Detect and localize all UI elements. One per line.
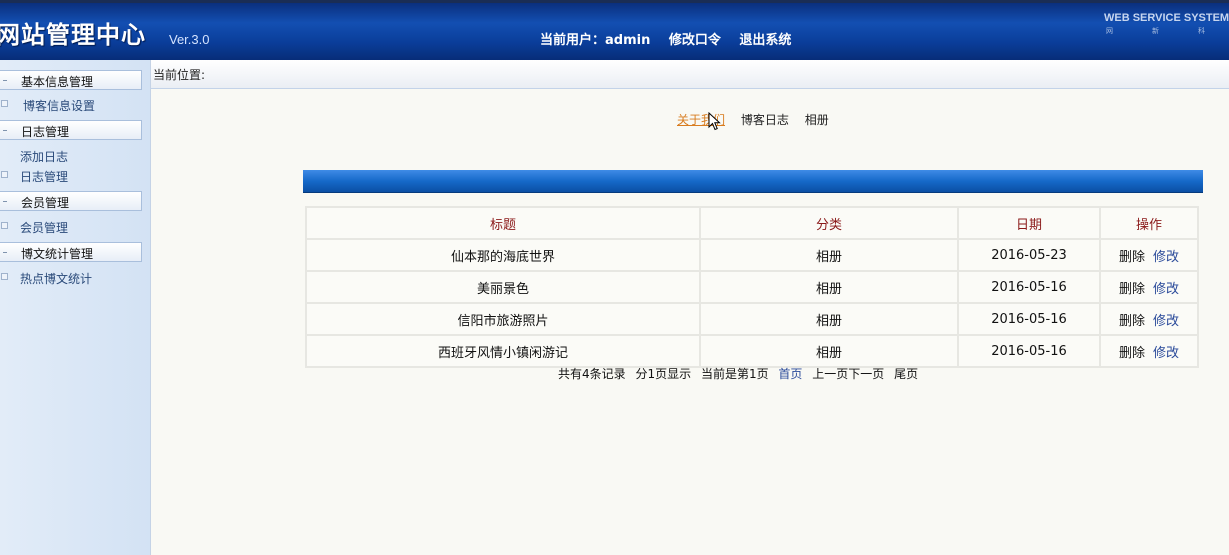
current-user: 当前用户：admin — [540, 33, 651, 48]
dash-icon — [3, 80, 7, 81]
top-header: 网站管理中心 Ver.3.0 当前用户：admin 修改口令 退出系统 WEB … — [0, 0, 1229, 60]
tree-node-icon — [1, 100, 8, 107]
sidebar-group-log[interactable]: 日志管理 — [0, 120, 142, 140]
pager-pages: 分1页显示 — [635, 367, 692, 381]
sidebar-group-stats[interactable]: 博文统计管理 — [0, 242, 142, 262]
delete-link[interactable]: 删除 — [1119, 346, 1145, 361]
logout-link[interactable]: 退出系统 — [739, 33, 791, 48]
app-logo: 网站管理中心 — [0, 21, 146, 49]
tree-node-icon — [1, 222, 8, 229]
pager-prev-next-link[interactable]: 上一页下一页 — [812, 367, 884, 381]
dash-icon — [3, 130, 7, 131]
col-actions: 操作 — [1101, 208, 1197, 238]
sidebar: 基本信息管理 博客信息设置 日志管理 添加日志 日志管理 会员管理 会员管理 博… — [0, 60, 151, 555]
cell-title: 西班牙风情小镇闲游记 — [307, 336, 699, 366]
cell-actions: 删除 修改 — [1101, 336, 1197, 366]
cell-date: 2016-05-16 — [959, 272, 1099, 302]
dash-icon — [3, 201, 7, 202]
pagination: 共有4条记录 分1页显示 当前是第1页 首页 上一页下一页 尾页 — [558, 365, 924, 382]
cell-title: 信阳市旅游照片 — [307, 304, 699, 334]
col-title: 标题 — [307, 208, 699, 238]
col-date: 日期 — [959, 208, 1099, 238]
location-bar: 当前位置: — [151, 60, 1229, 89]
mouse-cursor-icon — [708, 112, 721, 131]
cell-date: 2016-05-16 — [959, 304, 1099, 334]
table-row: 仙本那的海底世界 相册 2016-05-23 删除 修改 — [307, 240, 1197, 270]
delete-link[interactable]: 删除 — [1119, 282, 1145, 297]
pager-last-link[interactable]: 尾页 — [894, 367, 918, 381]
tab-blog-log[interactable]: 博客日志 — [741, 113, 789, 127]
log-table: 标题 分类 日期 操作 仙本那的海底世界 相册 2016-05-23 删除 修改 … — [305, 206, 1199, 368]
pager-total: 共有4条记录 — [558, 367, 626, 381]
delete-link[interactable]: 删除 — [1119, 314, 1145, 329]
cell-category: 相册 — [701, 240, 957, 270]
tree-node-icon — [1, 171, 8, 178]
table-title-bar — [303, 170, 1203, 193]
brand-text: WEB SERVICE SYSTEM — [1104, 12, 1229, 24]
edit-link[interactable]: 修改 — [1153, 282, 1179, 297]
cell-actions: 删除 修改 — [1101, 240, 1197, 270]
table-row: 美丽景色 相册 2016-05-16 删除 修改 — [307, 272, 1197, 302]
cell-title: 仙本那的海底世界 — [307, 240, 699, 270]
content-tabs: 关于我们 博客日志 相册 — [677, 111, 841, 128]
edit-link[interactable]: 修改 — [1153, 346, 1179, 361]
cell-date: 2016-05-16 — [959, 336, 1099, 366]
header-nav: 当前用户：admin 修改口令 退出系统 — [540, 29, 805, 48]
cell-date: 2016-05-23 — [959, 240, 1099, 270]
cell-category: 相册 — [701, 304, 957, 334]
edit-link[interactable]: 修改 — [1153, 250, 1179, 265]
tab-album[interactable]: 相册 — [805, 113, 829, 127]
cell-title: 美丽景色 — [307, 272, 699, 302]
dash-icon — [3, 252, 7, 253]
table-row: 西班牙风情小镇闲游记 相册 2016-05-16 删除 修改 — [307, 336, 1197, 366]
sidebar-group-member[interactable]: 会员管理 — [0, 191, 142, 211]
table-header-row: 标题 分类 日期 操作 — [307, 208, 1197, 238]
tree-node-icon — [1, 273, 8, 280]
brand-subtext: 网新科 — [1106, 27, 1208, 35]
delete-link[interactable]: 删除 — [1119, 250, 1145, 265]
cell-category: 相册 — [701, 336, 957, 366]
col-category: 分类 — [701, 208, 957, 238]
cell-actions: 删除 修改 — [1101, 272, 1197, 302]
change-password-link[interactable]: 修改口令 — [669, 33, 721, 48]
cell-category: 相册 — [701, 272, 957, 302]
version-label: Ver.3.0 — [169, 32, 210, 47]
sidebar-group-basic-info[interactable]: 基本信息管理 — [0, 70, 142, 90]
main-content: 当前位置: 关于我们 博客日志 相册 标题 分类 日期 操作 仙本那的海底世界 … — [151, 60, 1229, 555]
pager-first-link[interactable]: 首页 — [778, 367, 802, 381]
cell-actions: 删除 修改 — [1101, 304, 1197, 334]
location-label: 当前位置: — [153, 68, 206, 82]
pager-current: 当前是第1页 — [700, 367, 769, 381]
edit-link[interactable]: 修改 — [1153, 314, 1179, 329]
table-row: 信阳市旅游照片 相册 2016-05-16 删除 修改 — [307, 304, 1197, 334]
